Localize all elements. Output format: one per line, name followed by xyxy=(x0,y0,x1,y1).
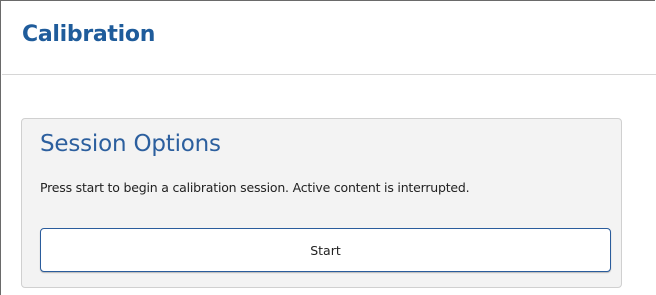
calibration-page: Calibration Session Options Press start … xyxy=(0,0,656,295)
page-header: Calibration xyxy=(2,2,656,75)
start-button[interactable]: Start xyxy=(40,228,611,272)
session-options-description: Press start to begin a calibration sessi… xyxy=(40,180,470,195)
session-options-panel: Session Options Press start to begin a c… xyxy=(21,118,622,288)
session-options-title: Session Options xyxy=(40,131,221,157)
page-title: Calibration xyxy=(22,22,156,47)
